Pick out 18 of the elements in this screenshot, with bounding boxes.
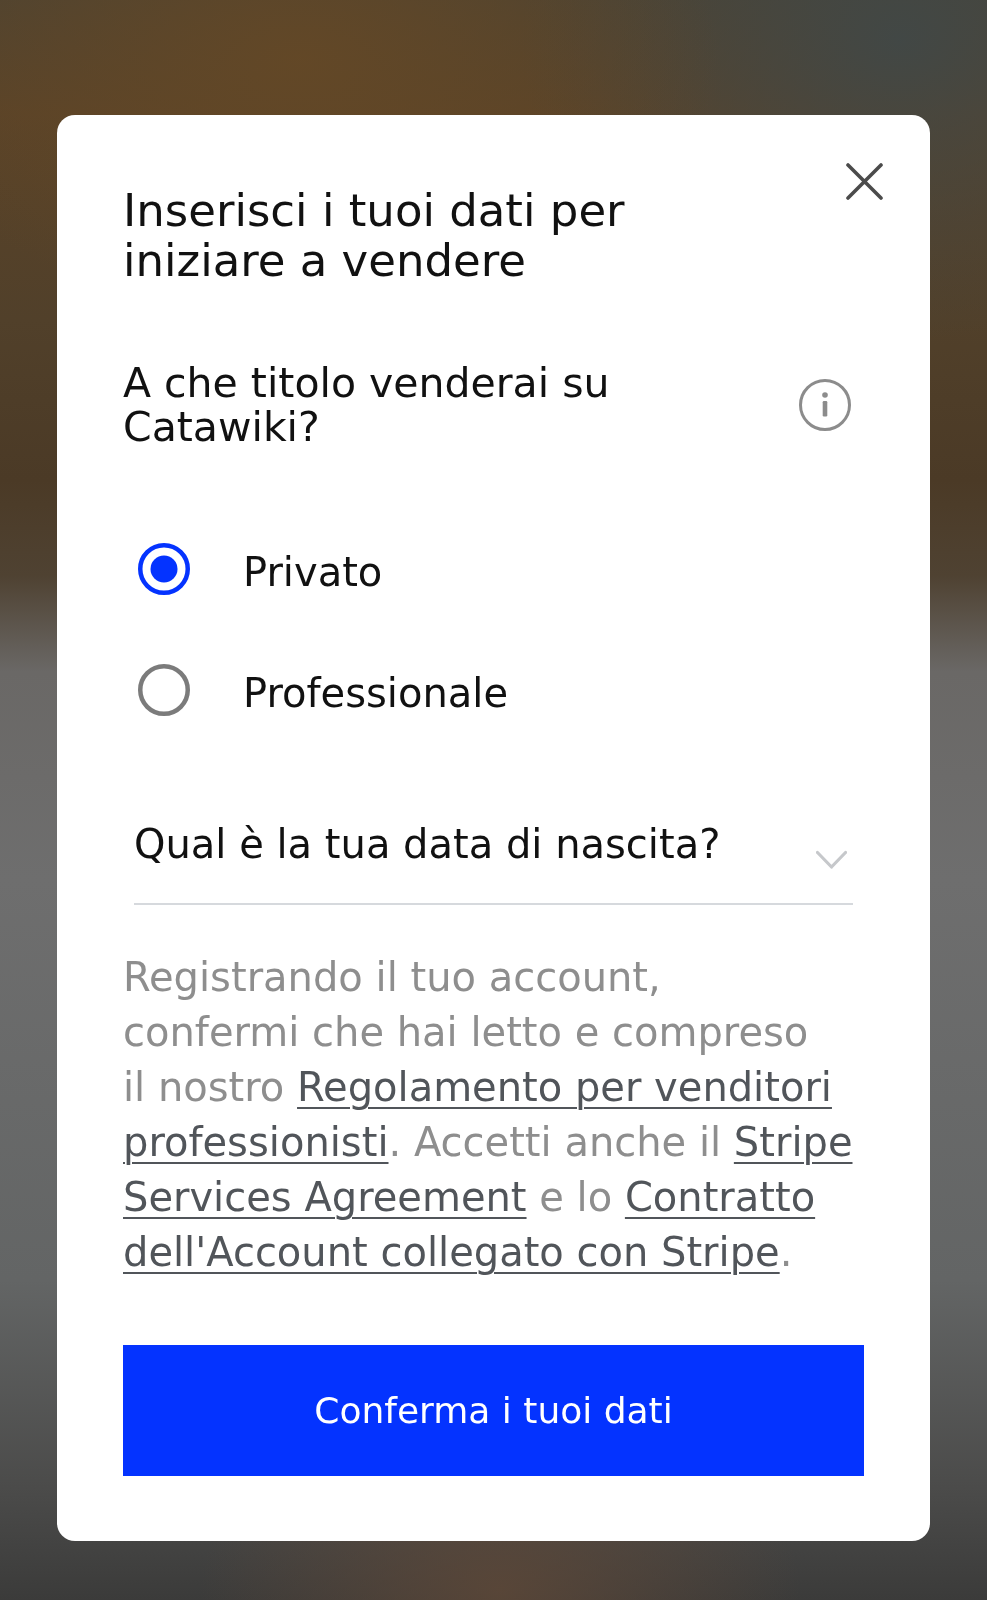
radio-button[interactable] xyxy=(138,664,190,716)
radio-label[interactable]: Privato xyxy=(243,546,383,598)
dialog-title: Inserisci i tuoi dati per iniziare a vendere xyxy=(123,186,626,286)
radio-label[interactable]: Professionale xyxy=(243,667,508,719)
close-button[interactable] xyxy=(846,163,883,200)
link[interactable]: Regolamento per venditori xyxy=(297,1064,832,1110)
link[interactable]: professionisti xyxy=(123,1119,389,1165)
confirm-button[interactable]: Conferma i tuoi dati xyxy=(123,1345,864,1476)
question-label: A che titolo venderai su Catawiki? xyxy=(123,361,611,449)
close-icon xyxy=(846,163,883,200)
link[interactable]: dell'Account collegato con Stripe xyxy=(123,1229,780,1275)
date-field[interactable]: Qual è la tua data di nascita? xyxy=(134,820,853,905)
link[interactable]: Stripe xyxy=(733,1119,853,1165)
link[interactable]: Contratto xyxy=(624,1174,816,1220)
info-icon[interactable] xyxy=(799,379,851,431)
radio-button[interactable] xyxy=(138,543,190,595)
consent-paragraph: Registrando il tuo account, confermi che hai letto e compreso il nostro Regolamento per venditori professionisti. Accetti anche il Stripe Services Agreement e lo Contratto dell'Account collegato con Stripe. xyxy=(123,953,854,1277)
link[interactable]: Services Agreement xyxy=(123,1174,527,1220)
